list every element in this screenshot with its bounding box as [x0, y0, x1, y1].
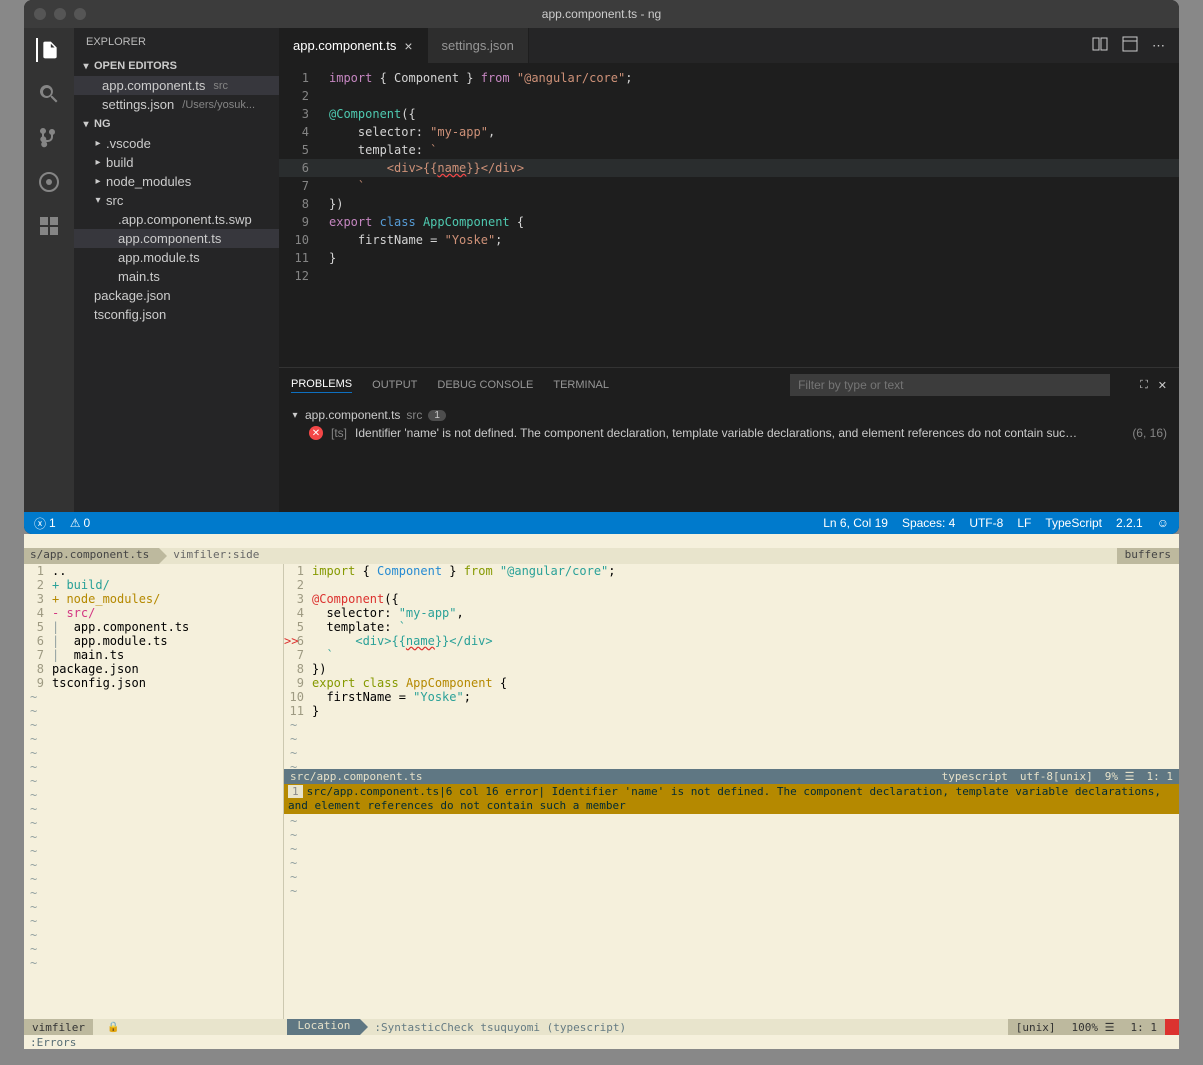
status-warnings[interactable]: ⚠ 0: [70, 516, 90, 530]
activity-bar: [24, 28, 74, 512]
folder-node-modules[interactable]: ▸node_modules: [74, 172, 279, 191]
error-token: name: [437, 161, 466, 175]
problem-item[interactable]: ✕ [ts] Identifier 'name' is not defined.…: [291, 422, 1167, 444]
syntastic-cmd: :SyntasticCheck tsuquyomi (typescript): [360, 1019, 634, 1035]
status-eol[interactable]: LF: [1017, 516, 1031, 530]
open-editors-section[interactable]: ▾OPEN EDITORS: [74, 56, 279, 76]
open-editor-item[interactable]: app.component.tssrc: [74, 76, 279, 95]
file-package-json[interactable]: package.json: [74, 286, 279, 305]
minimize-window-button[interactable]: [54, 8, 66, 20]
vimfiler-pane[interactable]: 1.. 2+ build/ 3+ node_modules/ 4- src/ 5…: [24, 564, 284, 1019]
tab-problems[interactable]: PROBLEMS: [291, 378, 352, 393]
vim-cmdline[interactable]: :Errors: [24, 1035, 1179, 1049]
editor-tabs: app.component.ts× settings.json ⋯: [279, 28, 1179, 63]
search-icon[interactable]: [37, 82, 61, 106]
code-editor[interactable]: 1import { Component } from "@angular/cor…: [279, 63, 1179, 367]
buffers-label[interactable]: buffers: [1117, 548, 1179, 564]
folder-vscode[interactable]: ▸.vscode: [74, 134, 279, 153]
vim-statusline-editor: src/app.component.ts typescript utf-8[un…: [284, 769, 1179, 784]
status-spaces[interactable]: Spaces: 4: [902, 516, 955, 530]
error-icon: ✕: [309, 426, 323, 440]
vim-crumb-file[interactable]: s/app.component.ts: [24, 548, 159, 564]
problem-file-row[interactable]: ▾ app.component.ts src 1: [291, 408, 1167, 422]
status-ln-col[interactable]: Ln 6, Col 19: [823, 516, 888, 530]
open-editor-item[interactable]: settings.json/Users/yosuk...: [74, 95, 279, 114]
error-sign-icon: >>: [284, 634, 298, 648]
vim-statusline-bottom: vimfiler 🔒 Location :SyntasticCheck tsuq…: [24, 1019, 1179, 1035]
vim-tabline: s/app.component.ts vimfiler:side buffers: [24, 548, 1179, 564]
tab-debug-console[interactable]: DEBUG CONSOLE: [437, 379, 533, 391]
maximize-window-button[interactable]: [74, 8, 86, 20]
file-app-component[interactable]: app.component.ts: [74, 229, 279, 248]
debug-icon[interactable]: [37, 170, 61, 194]
file-swp[interactable]: .app.component.ts.swp: [74, 210, 279, 229]
status-lang[interactable]: TypeScript: [1045, 516, 1102, 530]
problem-count-badge: 1: [428, 410, 446, 421]
file-app-module[interactable]: app.module.ts: [74, 248, 279, 267]
more-icon[interactable]: ⋯: [1152, 38, 1165, 54]
close-tab-icon[interactable]: ×: [404, 38, 412, 54]
tab-app-component[interactable]: app.component.ts×: [279, 28, 428, 63]
editor-area: app.component.ts× settings.json ⋯ 1impor…: [279, 28, 1179, 512]
smiley-icon[interactable]: ☺: [1157, 516, 1169, 530]
error-token: name: [406, 634, 435, 648]
vscode-window: app.component.ts - ng EXPLORER ▾OPEN EDI…: [24, 0, 1179, 534]
window-controls: [34, 8, 86, 20]
split-editor-icon[interactable]: [1092, 36, 1108, 55]
sidebar-title: EXPLORER: [74, 28, 279, 56]
tab-terminal[interactable]: TERMINAL: [553, 379, 609, 391]
location-label: Location: [287, 1019, 360, 1035]
titlebar[interactable]: app.component.ts - ng: [24, 0, 1179, 28]
tab-settings[interactable]: settings.json: [428, 28, 529, 63]
lock-icon: 🔒: [93, 1019, 127, 1035]
bottom-panel: PROBLEMS OUTPUT DEBUG CONSOLE TERMINAL ⛶…: [279, 367, 1179, 512]
vim-mode-label: vimfiler: [24, 1019, 93, 1035]
status-encoding[interactable]: UTF-8: [969, 516, 1003, 530]
source-control-icon[interactable]: [37, 126, 61, 150]
folder-build[interactable]: ▸build: [74, 153, 279, 172]
vim-editor-pane[interactable]: 1import { Component } from "@angular/cor…: [284, 564, 1179, 1019]
tab-output[interactable]: OUTPUT: [372, 379, 417, 391]
file-tsconfig[interactable]: tsconfig.json: [74, 305, 279, 324]
folder-src[interactable]: ▾src: [74, 191, 279, 210]
vim-location-list[interactable]: 1src/app.component.ts|6 col 16 error| Id…: [284, 784, 1179, 814]
vim-window: s/app.component.ts vimfiler:side buffers…: [24, 534, 1179, 1049]
error-indicator: [1165, 1019, 1179, 1035]
explorer-sidebar: EXPLORER ▾OPEN EDITORS app.component.tss…: [74, 28, 279, 512]
status-ts-version[interactable]: 2.2.1: [1116, 516, 1143, 530]
layout-icon[interactable]: [1122, 36, 1138, 55]
explorer-icon[interactable]: [36, 38, 60, 62]
statusbar: ⓧ 1 ⚠ 0 Ln 6, Col 19 Spaces: 4 UTF-8 LF …: [24, 512, 1179, 534]
close-panel-icon[interactable]: ✕: [1158, 379, 1167, 392]
file-main[interactable]: main.ts: [74, 267, 279, 286]
status-errors[interactable]: ⓧ 1: [34, 515, 56, 532]
window-title: app.component.ts - ng: [542, 7, 661, 21]
vim-crumb-filer[interactable]: vimfiler:side: [159, 548, 267, 564]
maximize-panel-icon[interactable]: ⛶: [1140, 379, 1148, 392]
problems-filter-input[interactable]: [790, 374, 1110, 396]
project-section[interactable]: ▾NG: [74, 114, 279, 134]
extensions-icon[interactable]: [37, 214, 61, 238]
close-window-button[interactable]: [34, 8, 46, 20]
